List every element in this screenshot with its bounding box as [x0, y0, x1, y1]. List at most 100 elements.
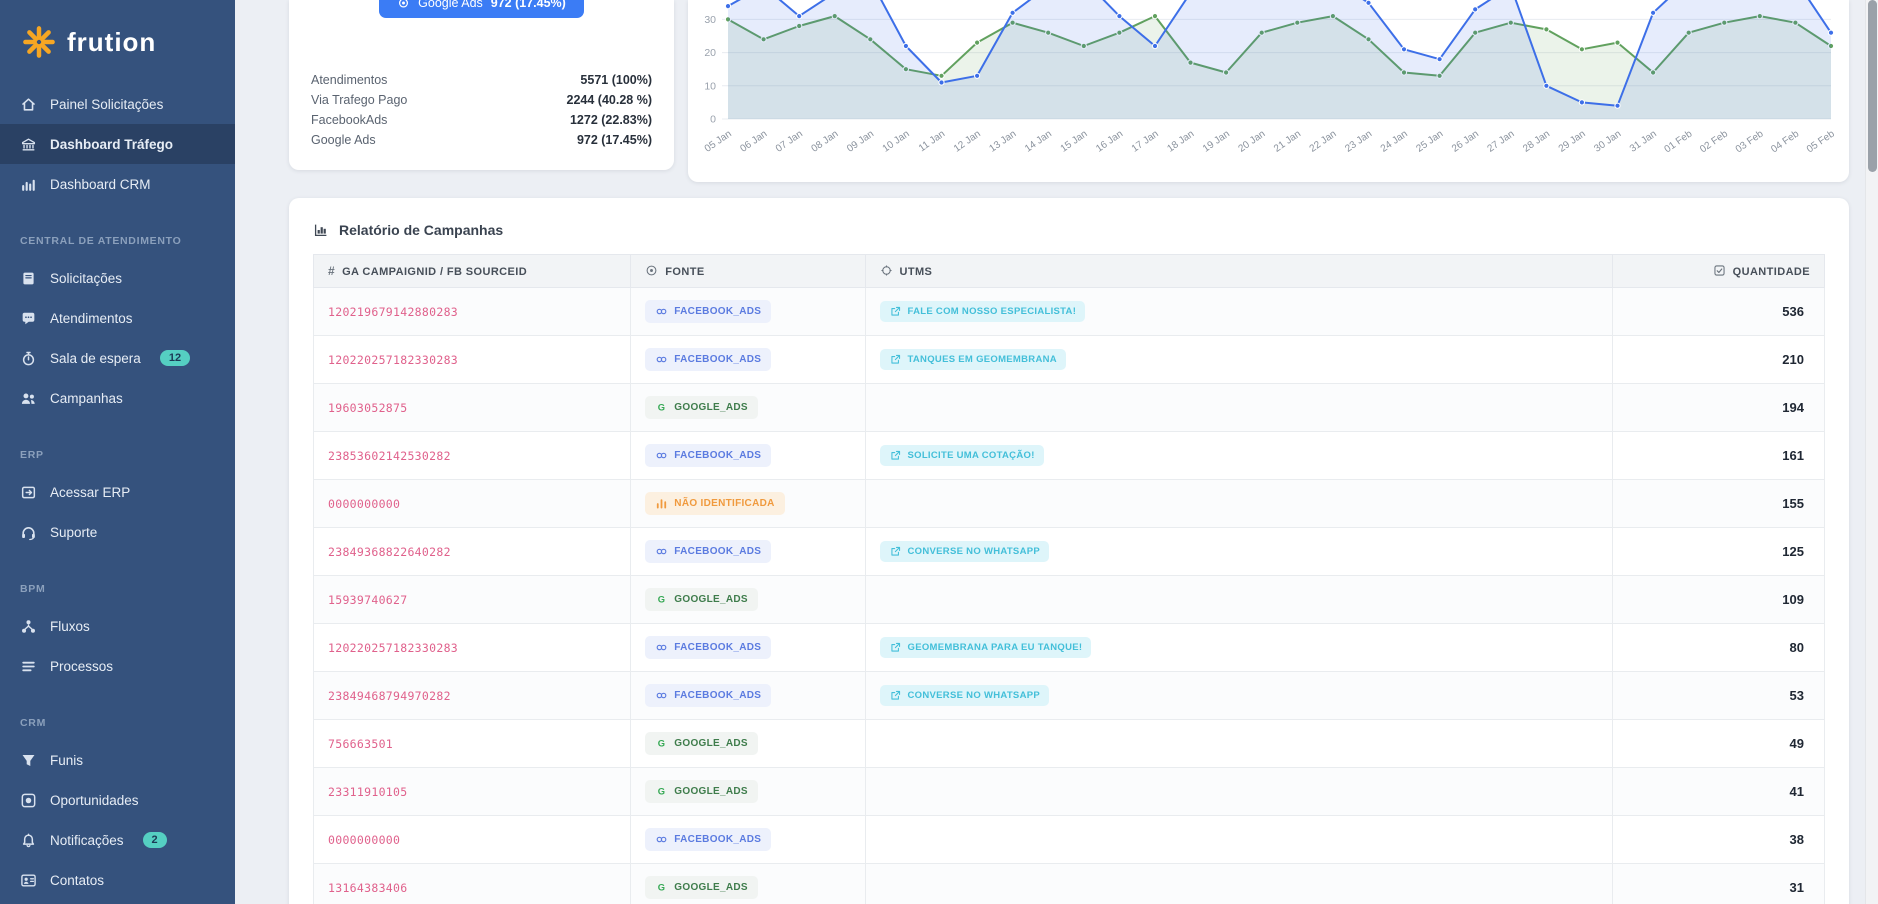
col-header-campaignid[interactable]: #GA CAMPAIGNID / FB SOURCEID	[314, 255, 631, 288]
table-row[interactable]: 120219679142880283 FACEBOOK_ADS FALE COM…	[314, 288, 1825, 336]
sidebar-item-suporte[interactable]: Suporte	[0, 512, 235, 552]
main-area: Google Ads 972 (17.45%) Atendimentos 557…	[235, 0, 1878, 904]
svg-text:05 Feb: 05 Feb	[1805, 128, 1837, 155]
campaign-id[interactable]: 19603052875	[314, 384, 631, 432]
svg-text:G: G	[658, 595, 666, 605]
svg-text:01 Feb: 01 Feb	[1663, 128, 1695, 155]
utm-badge[interactable]: SOLICITE UMA COTAÇÃO!	[880, 445, 1044, 466]
sidebar-item-campanhas[interactable]: Campanhas	[0, 378, 235, 418]
col-header-utms[interactable]: UTMS	[865, 255, 1613, 288]
sidebar-item-notificacoes[interactable]: Notificações 2	[0, 820, 235, 860]
campaign-id[interactable]: 120220257182330283	[314, 624, 631, 672]
external-link-icon	[889, 689, 902, 702]
sidebar-item-funis[interactable]: Funis	[0, 740, 235, 780]
sidebar-item-label: Solicitações	[50, 271, 122, 286]
campaigns-tbody: 120219679142880283 FACEBOOK_ADS FALE COM…	[314, 288, 1825, 904]
source-badge: FACEBOOK_ADS	[645, 828, 771, 851]
source-badge: GGOOGLE_ADS	[645, 780, 758, 803]
table-header-row: #GA CAMPAIGNID / FB SOURCEID FONTE UTMS …	[314, 255, 1825, 288]
col-header-fonte[interactable]: FONTE	[631, 255, 865, 288]
svg-text:13 Jan: 13 Jan	[987, 128, 1018, 154]
source-badge: FACEBOOK_ADS	[645, 348, 771, 371]
utm-badge[interactable]: CONVERSE NO WHATSAPP	[880, 685, 1050, 706]
table-row[interactable]: 0000000000 NÃO IDENTIFICADA 155	[314, 480, 1825, 528]
svg-text:03 Feb: 03 Feb	[1734, 128, 1766, 155]
utm-badge[interactable]: FALE COM NOSSO ESPECIALISTA!	[880, 301, 1086, 322]
sidebar-item-label: Painel Solicitações	[50, 97, 163, 112]
table-row[interactable]: 756663501 GGOOGLE_ADS 49	[314, 720, 1825, 768]
sidebar-item-oportunidades[interactable]: Oportunidades	[0, 780, 235, 820]
source-cell: FACEBOOK_ADS	[631, 624, 865, 672]
sidebar-item-acessar-erp[interactable]: Acessar ERP	[0, 472, 235, 512]
stat-value: 972 (17.45%)	[577, 133, 652, 147]
sidebar-item-processos[interactable]: Processos	[0, 646, 235, 686]
logo[interactable]: frution	[0, 0, 235, 84]
sidebar-item-dashboard-trafego[interactable]: Dashboard Tráfego	[0, 124, 235, 164]
journal-icon	[20, 270, 37, 287]
sidebar-item-dashboard-crm[interactable]: Dashboard CRM	[0, 164, 235, 204]
sidebar-item-atendimentos[interactable]: Atendimentos	[0, 298, 235, 338]
sidebar-item-painel-solicitacoes[interactable]: Painel Solicitações	[0, 84, 235, 124]
campaign-id[interactable]: 0000000000	[314, 480, 631, 528]
table-row[interactable]: 19603052875 GGOOGLE_ADS 194	[314, 384, 1825, 432]
campaign-id[interactable]: 0000000000	[314, 816, 631, 864]
table-row[interactable]: 13164383406 GGOOGLE_ADS 31	[314, 864, 1825, 904]
campaign-id[interactable]: 23849468794970282	[314, 672, 631, 720]
utm-badge[interactable]: CONVERSE NO WHATSAPP	[880, 541, 1050, 562]
sidebar-item-fluxos[interactable]: Fluxos	[0, 606, 235, 646]
svg-text:09 Jan: 09 Jan	[845, 128, 876, 154]
campaigns-table: #GA CAMPAIGNID / FB SOURCEID FONTE UTMS …	[313, 254, 1825, 904]
vertical-scrollbar[interactable]	[1865, 0, 1878, 904]
meta-infinity-icon	[655, 833, 668, 846]
campaign-id[interactable]: 23849368822640282	[314, 528, 631, 576]
campaign-id[interactable]: 13164383406	[314, 864, 631, 904]
google-g-icon: G	[655, 401, 668, 414]
source-badge: GGOOGLE_ADS	[645, 588, 758, 611]
google-ads-legend-button[interactable]: Google Ads 972 (17.45%)	[379, 0, 584, 18]
bank-icon	[20, 136, 37, 153]
google-g-icon: G	[655, 785, 668, 798]
source-cell: NÃO IDENTIFICADA	[631, 480, 865, 528]
frution-logo-icon	[22, 25, 56, 59]
count-badge: 2	[143, 832, 167, 848]
sidebar-item-sala-de-espera[interactable]: Sala de espera 12	[0, 338, 235, 378]
source-badge: FACEBOOK_ADS	[645, 636, 771, 659]
table-row[interactable]: 23311910105 GGOOGLE_ADS 41	[314, 768, 1825, 816]
sidebar-item-solicitacoes[interactable]: Solicitações	[0, 258, 235, 298]
svg-text:22 Jan: 22 Jan	[1308, 128, 1339, 154]
sidebar-item-contatos[interactable]: Contatos	[0, 860, 235, 900]
campaign-id[interactable]: 15939740627	[314, 576, 631, 624]
stat-label: FacebookAds	[311, 113, 387, 127]
col-header-quantidade[interactable]: QUANTIDADE	[1613, 255, 1825, 288]
logo-text: frution	[67, 27, 156, 58]
source-badge: GGOOGLE_ADS	[645, 732, 758, 755]
table-row[interactable]: 23849368822640282 FACEBOOK_ADS CONVERSE …	[314, 528, 1825, 576]
table-row[interactable]: 120220257182330283 FACEBOOK_ADS GEOMEMBR…	[314, 624, 1825, 672]
utm-badge[interactable]: TANQUES EM GEOMEMBRANA	[880, 349, 1066, 370]
quantity-value: 53	[1613, 672, 1825, 720]
source-cell: FACEBOOK_ADS	[631, 432, 865, 480]
svg-text:17 Jan: 17 Jan	[1130, 128, 1161, 154]
network-icon	[20, 618, 37, 635]
campaign-id[interactable]: 23853602142530282	[314, 432, 631, 480]
svg-text:0: 0	[710, 114, 716, 126]
campaign-id[interactable]: 23311910105	[314, 768, 631, 816]
external-link-icon	[889, 305, 902, 318]
svg-text:07 Jan: 07 Jan	[774, 128, 805, 154]
sidebar-item-label: Sala de espera	[50, 351, 141, 366]
campaign-id[interactable]: 756663501	[314, 720, 631, 768]
table-row[interactable]: 23853602142530282 FACEBOOK_ADS SOLICITE …	[314, 432, 1825, 480]
table-row[interactable]: 0000000000 FACEBOOK_ADS 38	[314, 816, 1825, 864]
bullseye-icon	[645, 264, 658, 277]
campaign-id[interactable]: 120220257182330283	[314, 336, 631, 384]
utm-cell	[865, 720, 1613, 768]
count-badge: 12	[160, 350, 190, 366]
campaign-id[interactable]: 120219679142880283	[314, 288, 631, 336]
scrollbar-thumb[interactable]	[1868, 0, 1877, 172]
utm-badge[interactable]: GEOMEMBRANA PARA EU TANQUE!	[880, 637, 1092, 658]
svg-text:16 Jan: 16 Jan	[1094, 128, 1125, 154]
table-row[interactable]: 23849468794970282 FACEBOOK_ADS CONVERSE …	[314, 672, 1825, 720]
table-row[interactable]: 120220257182330283 FACEBOOK_ADS TANQUES …	[314, 336, 1825, 384]
utm-cell	[865, 480, 1613, 528]
table-row[interactable]: 15939740627 GGOOGLE_ADS 109	[314, 576, 1825, 624]
